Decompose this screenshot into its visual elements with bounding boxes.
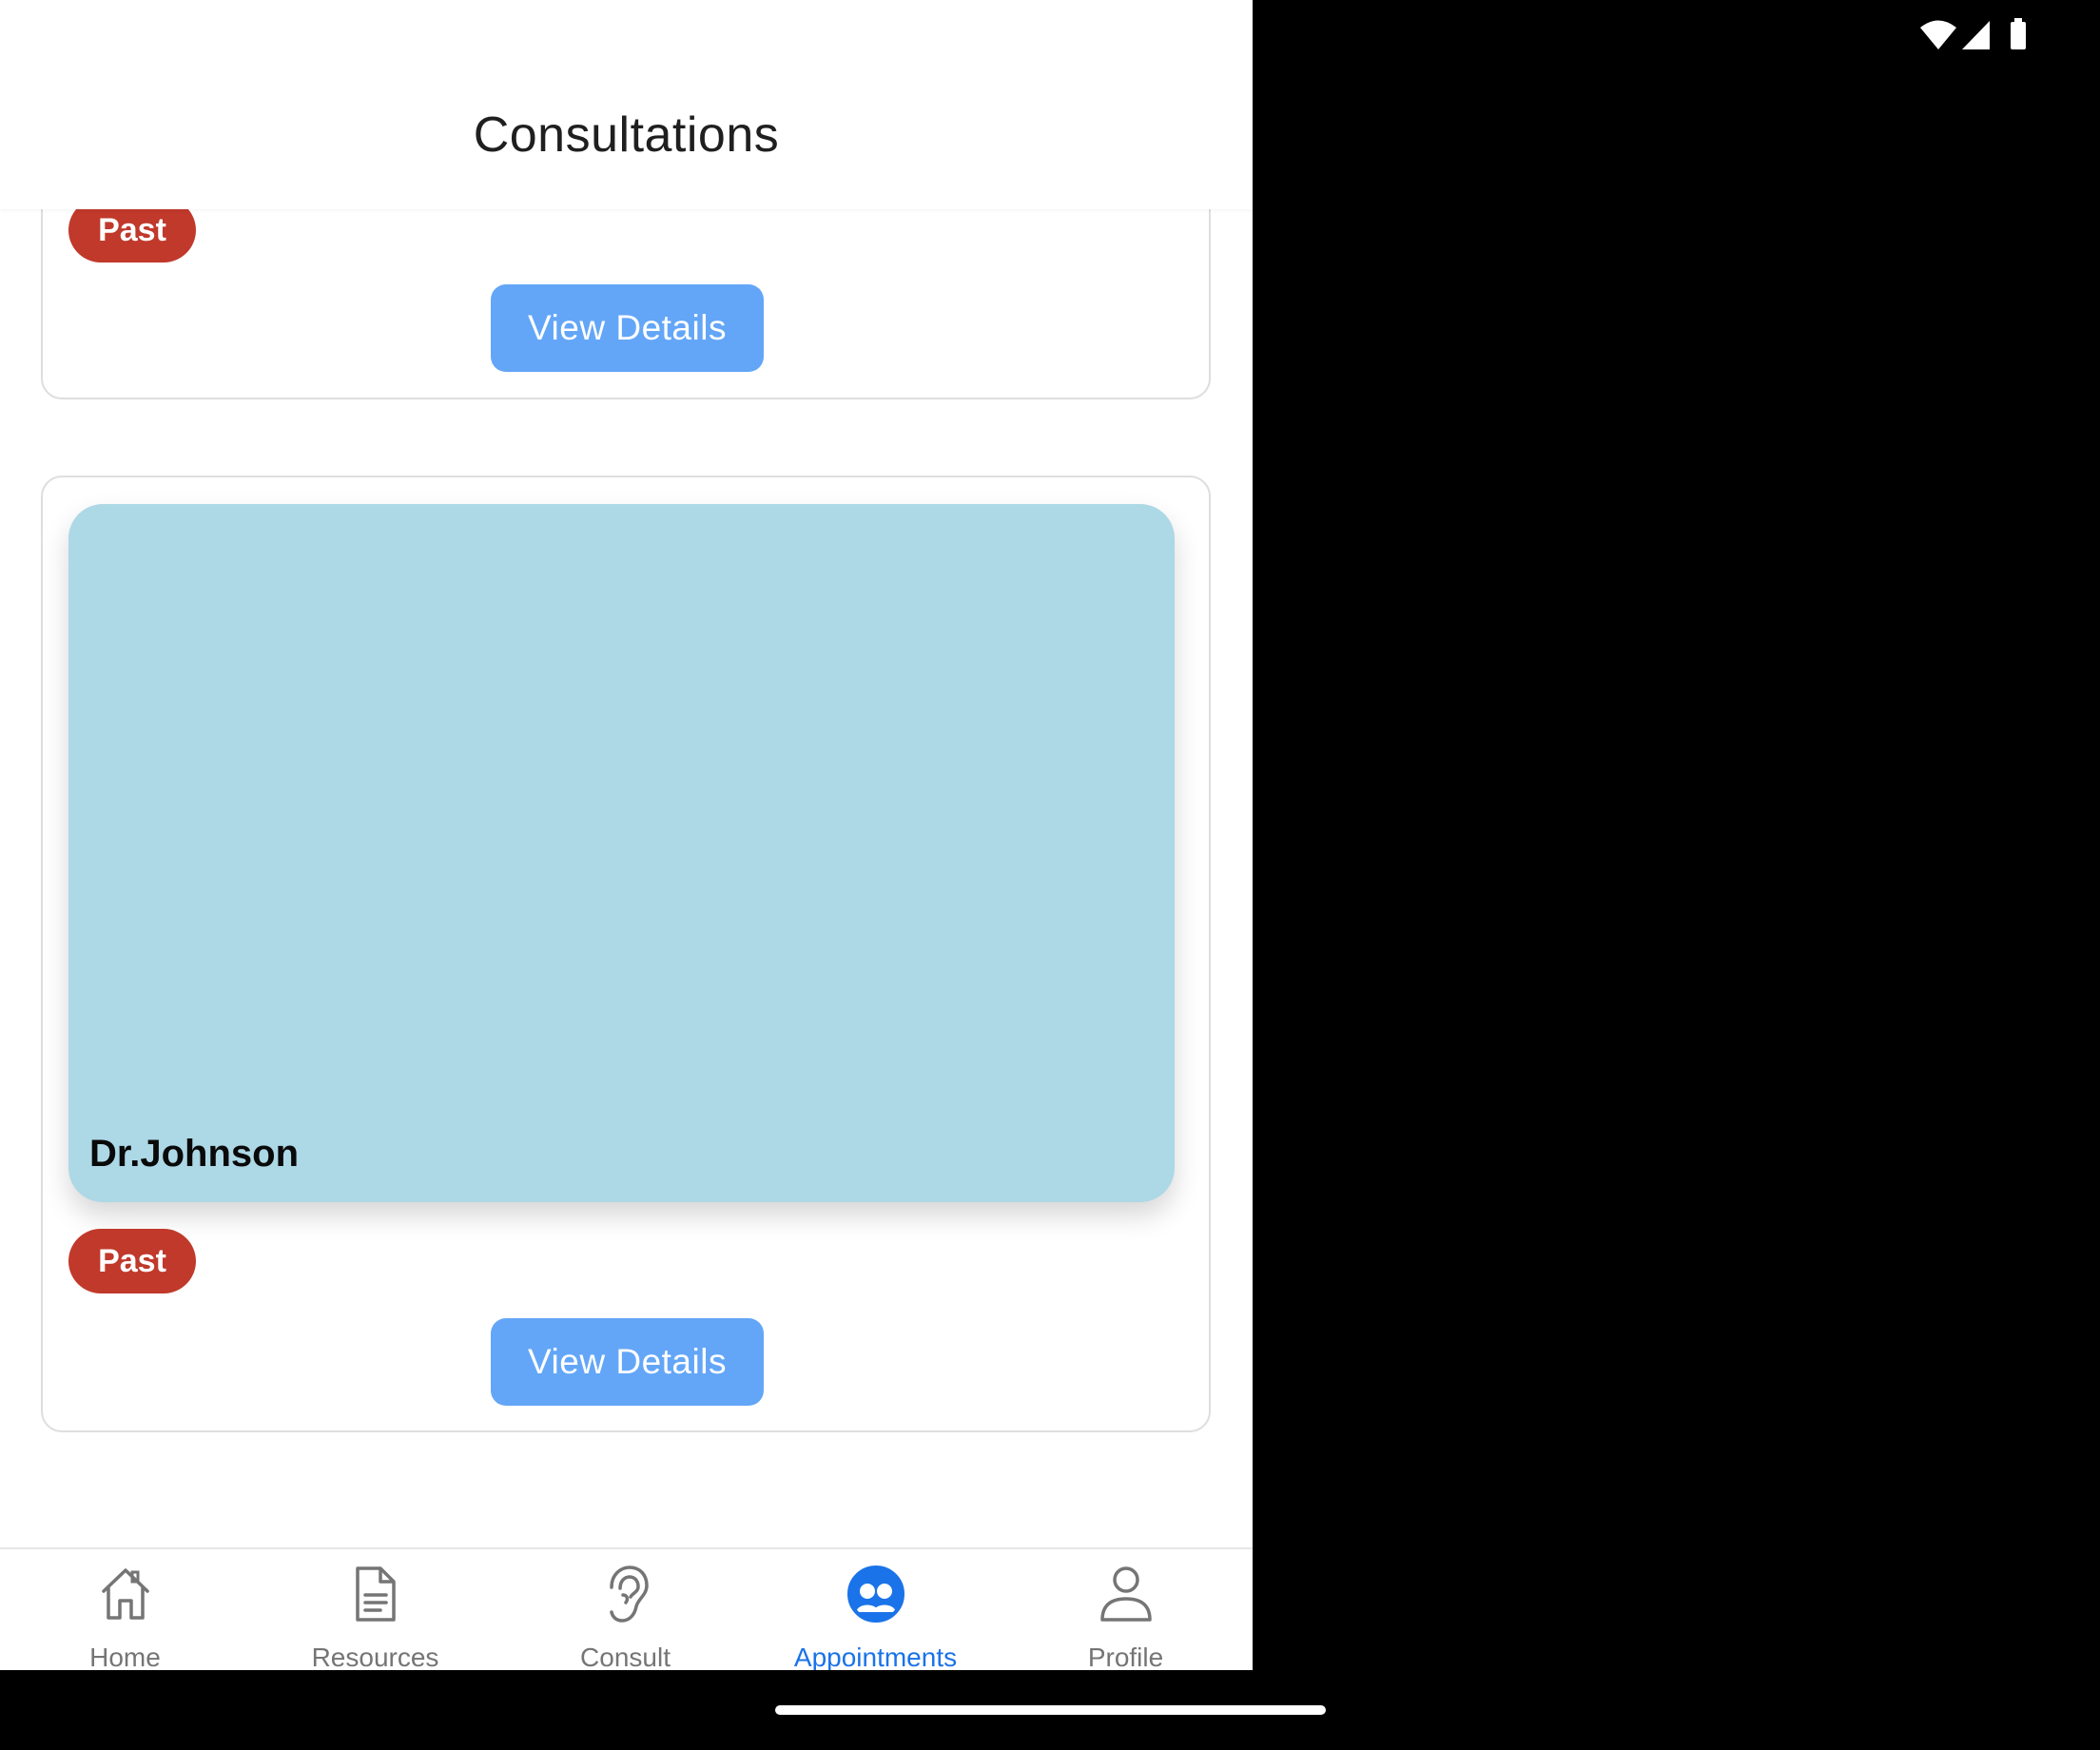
tab-appointments[interactable]: Appointments [750, 1549, 1001, 1670]
doctor-name: Dr.Johnson [89, 1133, 300, 1175]
battery-icon [2011, 18, 2026, 49]
tab-label: Profile [1087, 1643, 1164, 1670]
person-icon [1099, 1566, 1152, 1622]
device-screen: Past View Details Dr.Johnson Past View D… [0, 0, 2100, 1750]
signal-icon [1962, 21, 1990, 49]
document-icon [355, 1566, 396, 1622]
view-details-button[interactable]: View Details [491, 1318, 764, 1406]
ear-icon [609, 1565, 649, 1623]
tab-home[interactable]: Home [0, 1549, 250, 1670]
tab-label: Appointments [793, 1643, 958, 1670]
tab-label: Consult [580, 1643, 671, 1670]
home-icon [101, 1568, 149, 1620]
tab-resources[interactable]: Resources [250, 1549, 500, 1670]
page-header: Consultations [0, 0, 1253, 209]
tab-label: Home [89, 1643, 161, 1670]
page-title: Consultations [473, 107, 780, 163]
view-details-button[interactable]: View Details [491, 284, 764, 372]
bottom-tab-bar: Home Resources Consult Appointments Prof… [0, 1547, 1253, 1670]
app-window: Past View Details Dr.Johnson Past View D… [0, 0, 1253, 1670]
consultation-card: Dr.Johnson Past View Details [41, 476, 1211, 1432]
group-icon [846, 1565, 904, 1623]
tab-profile[interactable]: Profile [1001, 1549, 1251, 1670]
tab-consult[interactable]: Consult [500, 1549, 750, 1670]
consultation-list[interactable]: Past View Details Dr.Johnson Past View D… [0, 0, 1253, 1548]
home-gesture-bar[interactable] [775, 1705, 1326, 1715]
status-badge: Past [68, 1229, 196, 1293]
doctor-image[interactable]: Dr.Johnson [68, 504, 1175, 1202]
tab-label: Resources [311, 1643, 439, 1670]
wifi-icon [1920, 20, 1956, 49]
